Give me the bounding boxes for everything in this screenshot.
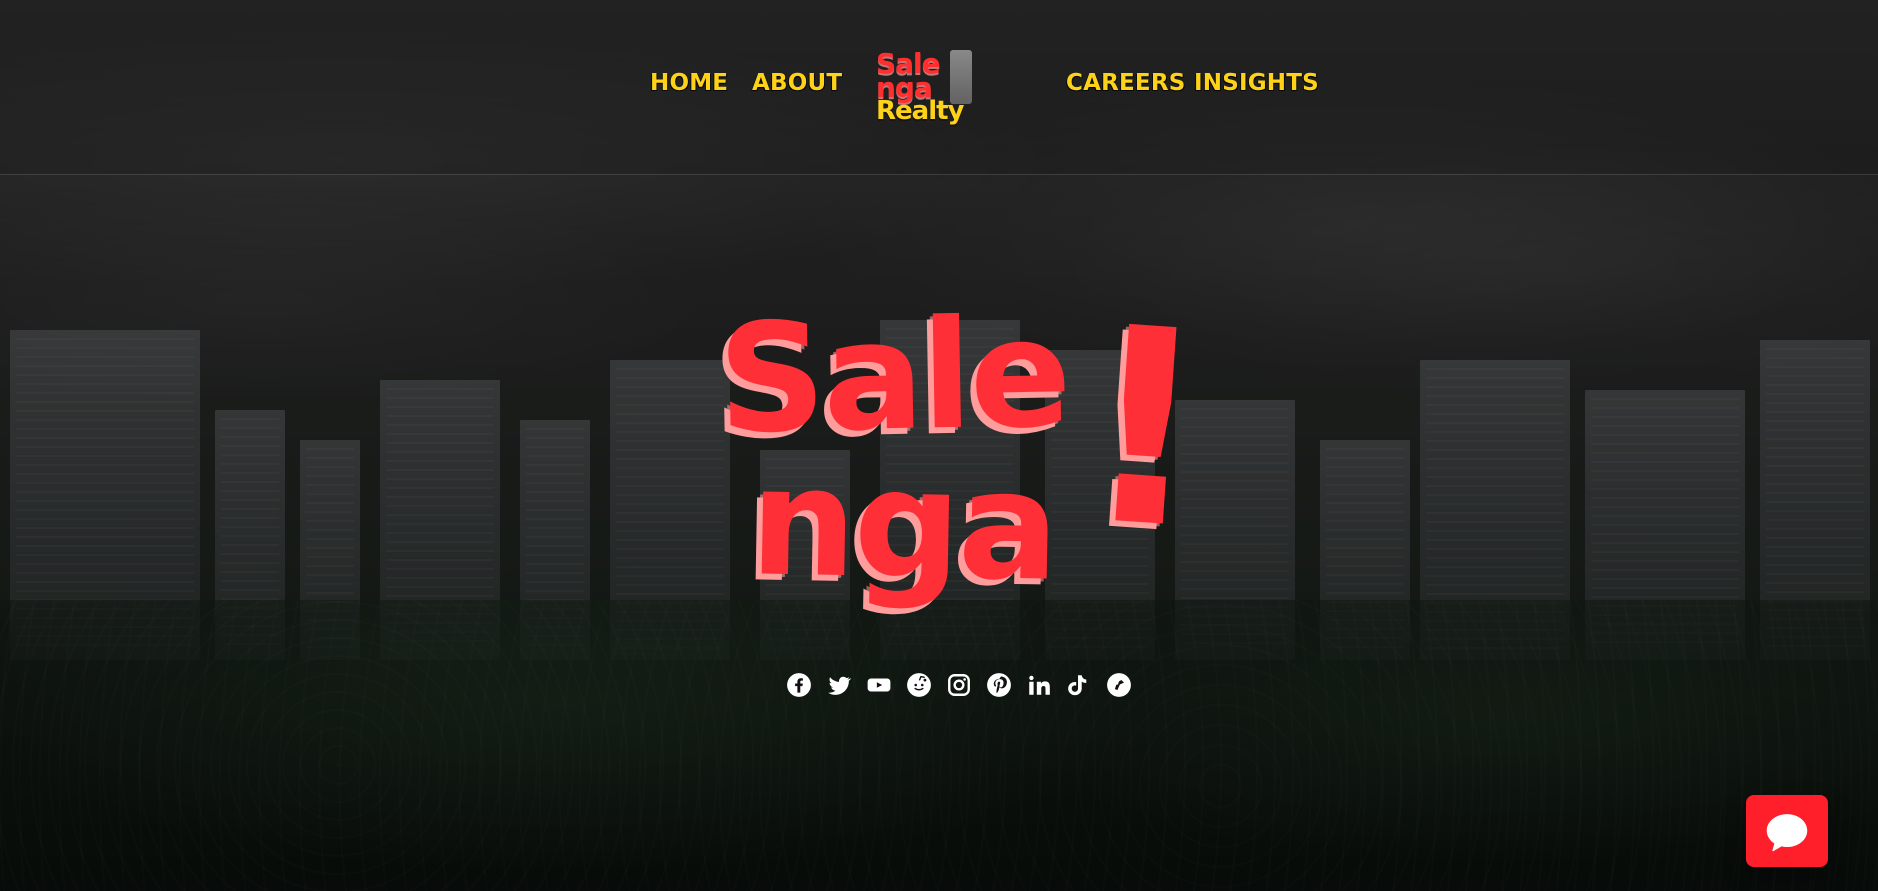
city-ground [0, 600, 1878, 891]
brand-logo-line-3: Realty [876, 96, 964, 126]
chat-bubble-icon [1760, 804, 1814, 858]
nav-about-link[interactable]: ABOUT [752, 70, 842, 96]
pinterest-icon[interactable] [986, 672, 1012, 698]
header-divider [0, 174, 1878, 175]
nav-careers-link[interactable]: CAREERS [1066, 70, 1186, 96]
reddit-icon[interactable] [906, 672, 932, 698]
page: HOME ABOUT Sale nga Realty CAREERS INSIG… [0, 0, 1878, 891]
chat-button[interactable] [1746, 795, 1828, 867]
youtube-icon[interactable] [866, 672, 892, 698]
facebook-icon[interactable] [786, 672, 812, 698]
hero-title-exclamation: ! [1073, 267, 1216, 590]
social-links [786, 670, 1142, 700]
linkedin-icon[interactable] [1026, 672, 1052, 698]
brand-logo[interactable]: Sale nga Realty [876, 44, 980, 126]
nav-insights-link[interactable]: INSIGHTS [1194, 70, 1319, 96]
hero-title-line-1: Sale [716, 286, 1070, 468]
instagram-icon[interactable] [946, 672, 972, 698]
hero-title: Sale nga ! [706, 267, 1216, 636]
signal-icon[interactable] [1106, 672, 1132, 698]
hero-title-line-2: nga [748, 435, 1058, 615]
top-header: HOME ABOUT Sale nga Realty CAREERS INSIG… [0, 0, 1878, 174]
twitter-icon[interactable] [826, 672, 852, 698]
tiktok-icon[interactable] [1066, 672, 1092, 698]
nav-home-link[interactable]: HOME [650, 70, 728, 96]
